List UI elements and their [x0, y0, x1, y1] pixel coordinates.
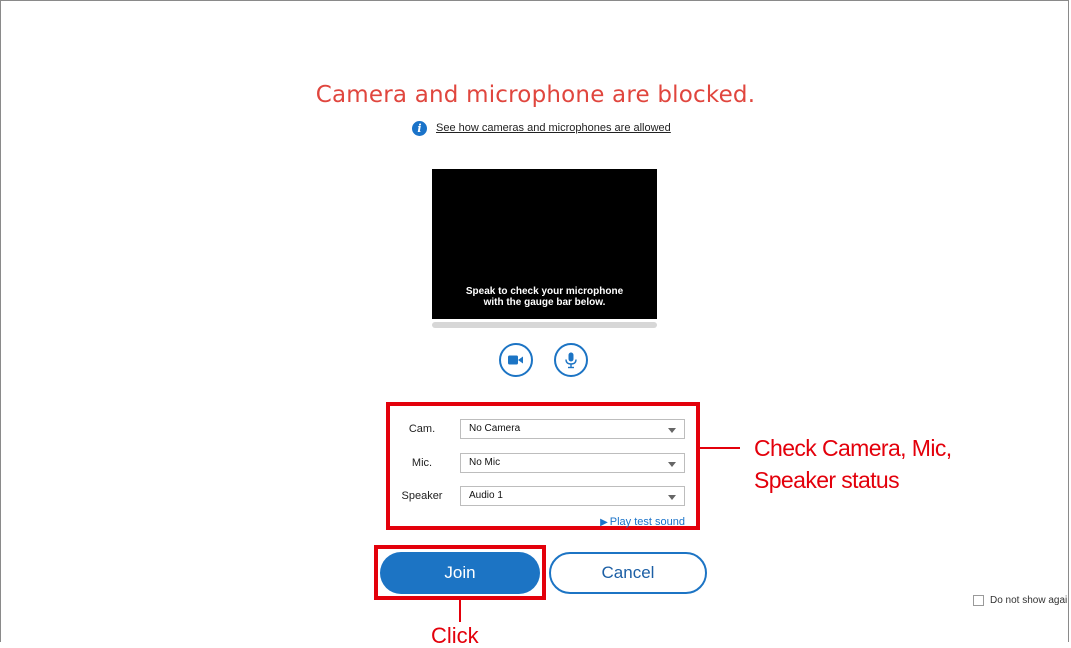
mic-gauge-bar	[432, 322, 657, 328]
mic-label: Mic.	[411, 457, 433, 469]
play-test-sound-link[interactable]: ▶ Play test sound	[600, 516, 685, 528]
play-icon: ▶	[600, 517, 608, 528]
join-button[interactable]: Join	[380, 552, 540, 594]
camera-select[interactable]: No Camera	[460, 419, 685, 439]
chevron-down-icon	[668, 428, 676, 433]
camera-row: Cam. No Camera	[390, 419, 696, 441]
do-not-show-again[interactable]: Do not show agai	[973, 595, 1067, 606]
do-not-show-checkbox[interactable]	[973, 595, 984, 606]
preview-hint: Speak to check your microphone with the …	[432, 286, 657, 308]
speaker-select[interactable]: Audio 1	[460, 486, 685, 506]
camera-preview: Speak to check your microphone with the …	[432, 169, 657, 319]
chevron-down-icon	[668, 495, 676, 500]
device-settings-highlight: Cam. No Camera Mic. No Mic Speaker Audio…	[386, 402, 700, 530]
speaker-row: Speaker Audio 1	[390, 486, 696, 508]
camera-toggle-button[interactable]	[499, 343, 533, 377]
microphone-icon	[565, 352, 577, 368]
speaker-label: Speaker	[401, 490, 443, 502]
device-callout-line1: Check Camera, Mic,	[754, 435, 952, 461]
device-callout-line2: Speaker status	[754, 467, 900, 493]
device-callout-line	[700, 447, 740, 449]
mic-select[interactable]: No Mic	[460, 453, 685, 473]
blocked-title: Camera and microphone are blocked.	[315, 82, 756, 108]
video-camera-icon	[508, 355, 523, 365]
info-icon: i	[412, 120, 427, 136]
camera-label: Cam.	[408, 423, 436, 435]
preview-hint-line1: Speak to check your microphone	[465, 286, 624, 297]
speaker-select-value: Audio 1	[469, 490, 503, 501]
help-row: i See how cameras and microphones are al…	[412, 119, 671, 137]
click-callout-text: Click	[431, 623, 479, 648]
mic-toggle-button[interactable]	[554, 343, 588, 377]
click-callout-line	[459, 600, 461, 622]
device-callout-text: Check Camera, Mic, Speaker status	[754, 432, 952, 496]
play-test-sound-label: Play test sound	[609, 516, 685, 528]
do-not-show-label: Do not show agai	[990, 595, 1068, 606]
mic-row: Mic. No Mic	[390, 453, 696, 475]
camera-select-value: No Camera	[469, 423, 521, 434]
mic-select-value: No Mic	[469, 457, 501, 468]
preview-hint-line2: with the gauge bar below.	[483, 297, 606, 308]
cancel-button[interactable]: Cancel	[549, 552, 707, 594]
chevron-down-icon	[668, 462, 676, 467]
permission-help-link[interactable]: See how cameras and microphones are allo…	[436, 122, 671, 134]
